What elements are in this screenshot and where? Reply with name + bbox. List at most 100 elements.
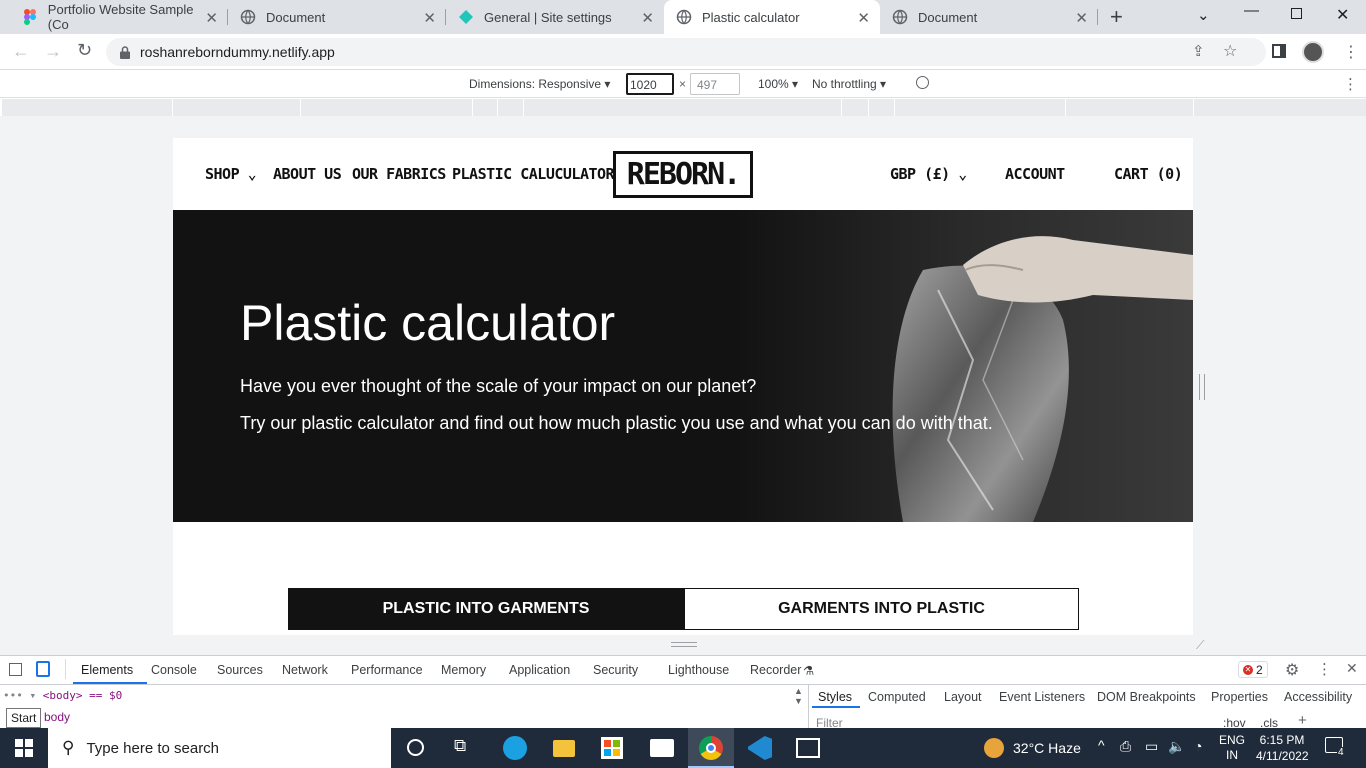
devtools-tab-security[interactable]: Security bbox=[593, 663, 638, 677]
device-toolbar-menu-icon[interactable]: ⋮ bbox=[1343, 75, 1358, 93]
browser-tab-document-1[interactable]: Document ✕ bbox=[228, 0, 446, 34]
nav-account[interactable]: ACCOUNT bbox=[1005, 165, 1065, 183]
currency-selector[interactable]: GBP (£) ⌄ bbox=[890, 165, 967, 183]
battery-icon[interactable]: ▭ bbox=[1145, 738, 1158, 755]
new-style-rule-icon[interactable]: + bbox=[1298, 712, 1307, 729]
devtools-tab-network[interactable]: Network bbox=[282, 663, 328, 677]
zoom-dropdown[interactable]: 100% ▾ bbox=[758, 77, 798, 91]
chrome-taskbar-button[interactable] bbox=[688, 728, 734, 768]
devtools-tab-performance[interactable]: Performance bbox=[351, 663, 423, 677]
styles-tab-properties[interactable]: Properties bbox=[1211, 690, 1268, 704]
lock-icon bbox=[120, 45, 130, 59]
globe-icon bbox=[240, 9, 256, 25]
device-toggle-icon[interactable] bbox=[36, 661, 50, 677]
back-arrow-icon[interactable]: ← bbox=[12, 41, 30, 62]
weather-haze-icon bbox=[984, 738, 1004, 758]
styles-tab-accessibility[interactable]: Accessibility bbox=[1284, 690, 1352, 704]
bookmark-star-icon[interactable]: ☆ bbox=[1223, 41, 1237, 61]
rotate-disabled-icon[interactable] bbox=[916, 76, 929, 89]
forward-arrow-icon[interactable]: → bbox=[44, 41, 62, 62]
reload-icon[interactable]: ↻ bbox=[77, 40, 92, 61]
width-input[interactable]: 1020 bbox=[626, 73, 674, 95]
nav-cart[interactable]: CART (0) bbox=[1114, 165, 1183, 183]
browser-tab-portfolio[interactable]: Portfolio Website Sample (Co ✕ bbox=[10, 0, 228, 34]
website-page: SHOP ⌄ ABOUT US OUR FABRICS PLASTIC CALU… bbox=[173, 138, 1193, 635]
close-tab-icon[interactable]: ✕ bbox=[1075, 9, 1088, 27]
close-tab-icon[interactable]: ✕ bbox=[641, 9, 654, 27]
browser-tab-site-settings[interactable]: General | Site settings ✕ bbox=[446, 0, 664, 34]
side-panel-icon[interactable] bbox=[1272, 44, 1286, 58]
devtools-tab-lighthouse[interactable]: Lighthouse bbox=[668, 663, 729, 677]
nav-shop[interactable]: SHOP ⌄ bbox=[205, 165, 257, 183]
task-view-icon[interactable]: ⧉ bbox=[454, 736, 466, 756]
chrome-menu-icon[interactable]: ⋮ bbox=[1343, 42, 1359, 62]
file-explorer-icon[interactable] bbox=[553, 740, 575, 757]
close-window-icon[interactable]: ✕ bbox=[1336, 5, 1349, 25]
styles-tab-computed[interactable]: Computed bbox=[868, 690, 926, 704]
nav-about-us[interactable]: ABOUT US bbox=[273, 165, 342, 183]
resize-handle-bottom[interactable] bbox=[671, 642, 697, 647]
media-query-ruler[interactable] bbox=[2, 99, 1366, 116]
styles-tab-layout[interactable]: Layout bbox=[944, 690, 982, 704]
meet-now-icon[interactable]: ⎙ bbox=[1120, 738, 1131, 755]
store-icon[interactable] bbox=[601, 737, 623, 759]
hero-line-2: Try our plastic calculator and find out … bbox=[240, 413, 993, 433]
new-tab-plus-icon[interactable]: + bbox=[1110, 4, 1123, 30]
vscode-icon[interactable] bbox=[748, 736, 772, 760]
clock[interactable]: 6:15 PM 4/11/2022 bbox=[1256, 732, 1309, 764]
nav-our-fabrics[interactable]: OUR FABRICS bbox=[352, 165, 446, 183]
styles-tab-dom-breakpoints[interactable]: DOM Breakpoints bbox=[1097, 690, 1196, 704]
photos-icon[interactable] bbox=[796, 738, 820, 758]
garments-into-plastic-tab[interactable]: GARMENTS INTO PLASTIC bbox=[684, 588, 1079, 630]
language-indicator[interactable]: ENG IN bbox=[1219, 733, 1245, 763]
resize-handle-corner[interactable]: ⟋ bbox=[1196, 638, 1204, 653]
tray-chevron-icon[interactable]: ^ bbox=[1098, 737, 1105, 753]
browser-tab-document-2[interactable]: Document ✕ bbox=[880, 0, 1098, 34]
hero-plastic-bag-image bbox=[733, 210, 1193, 522]
devtools-menu-icon[interactable]: ⋮ bbox=[1317, 660, 1332, 678]
breadcrumb-body[interactable]: body bbox=[44, 710, 70, 724]
throttling-dropdown[interactable]: No throttling ▾ bbox=[812, 77, 886, 91]
height-input[interactable]: 497 bbox=[690, 73, 740, 95]
volume-icon[interactable]: 🔈 bbox=[1168, 738, 1185, 755]
close-tab-icon[interactable]: ✕ bbox=[857, 9, 870, 27]
close-tab-icon[interactable]: ✕ bbox=[205, 9, 218, 27]
inspect-element-icon[interactable] bbox=[9, 663, 22, 676]
reborn-logo[interactable]: REBORN. bbox=[613, 151, 753, 198]
devtools-tab-console[interactable]: Console bbox=[151, 663, 197, 677]
error-counter-badge[interactable]: ✕ 2 bbox=[1238, 661, 1268, 678]
share-icon[interactable]: ⇪ bbox=[1192, 42, 1205, 60]
resize-handle-right[interactable] bbox=[1199, 374, 1205, 400]
edge-icon[interactable] bbox=[503, 736, 527, 760]
styles-tab-event-listeners[interactable]: Event Listeners bbox=[999, 690, 1085, 704]
browser-tab-strip: Portfolio Website Sample (Co ✕ Document … bbox=[0, 0, 1366, 34]
dimensions-dropdown[interactable]: Dimensions: Responsive ▾ bbox=[469, 77, 610, 91]
weather-text[interactable]: 32°C Haze bbox=[1013, 740, 1081, 756]
devtools-tab-memory[interactable]: Memory bbox=[441, 663, 486, 677]
windows-start-icon[interactable] bbox=[15, 739, 33, 760]
minimize-icon[interactable]: — bbox=[1244, 2, 1259, 19]
devtools-tab-elements[interactable]: Elements bbox=[81, 663, 133, 677]
taskbar-search-box[interactable]: ⚲ Type here to search bbox=[48, 728, 391, 768]
scroll-arrows[interactable]: ▲ ▼ bbox=[794, 686, 803, 706]
dom-tree-line[interactable]: ••• ▾ <body> == $0 bbox=[3, 689, 122, 702]
profile-avatar[interactable] bbox=[1302, 41, 1324, 63]
nav-plastic-calculator[interactable]: PLASTIC CALUCULATOR bbox=[452, 165, 615, 183]
mail-icon[interactable] bbox=[650, 739, 674, 757]
plastic-into-garments-tab[interactable]: PLASTIC INTO GARMENTS bbox=[288, 588, 684, 630]
cortana-icon[interactable] bbox=[407, 739, 424, 756]
settings-gear-icon[interactable]: ⚙ bbox=[1285, 660, 1299, 680]
tab-search-chevron-icon[interactable]: ⌄ bbox=[1197, 6, 1210, 24]
maximize-icon[interactable] bbox=[1291, 8, 1302, 19]
devtools-tab-application[interactable]: Application bbox=[509, 663, 570, 677]
styles-tab-styles[interactable]: Styles bbox=[818, 690, 852, 704]
close-tab-icon[interactable]: ✕ bbox=[423, 9, 436, 27]
devtools-tab-sources[interactable]: Sources bbox=[217, 663, 263, 677]
browser-tab-plastic-calculator[interactable]: Plastic calculator ✕ bbox=[664, 0, 880, 34]
wifi-icon[interactable]: ◔ bbox=[1194, 738, 1202, 754]
devtools-tab-recorder[interactable]: Recorder bbox=[750, 663, 801, 677]
close-devtools-icon[interactable]: ✕ bbox=[1346, 660, 1358, 677]
start-tooltip: Start bbox=[6, 708, 42, 728]
omnibox[interactable]: roshanreborndummy.netlify.app ⇪ ☆ bbox=[106, 38, 1266, 66]
emulated-viewport: SHOP ⌄ ABOUT US OUR FABRICS PLASTIC CALU… bbox=[0, 116, 1366, 655]
